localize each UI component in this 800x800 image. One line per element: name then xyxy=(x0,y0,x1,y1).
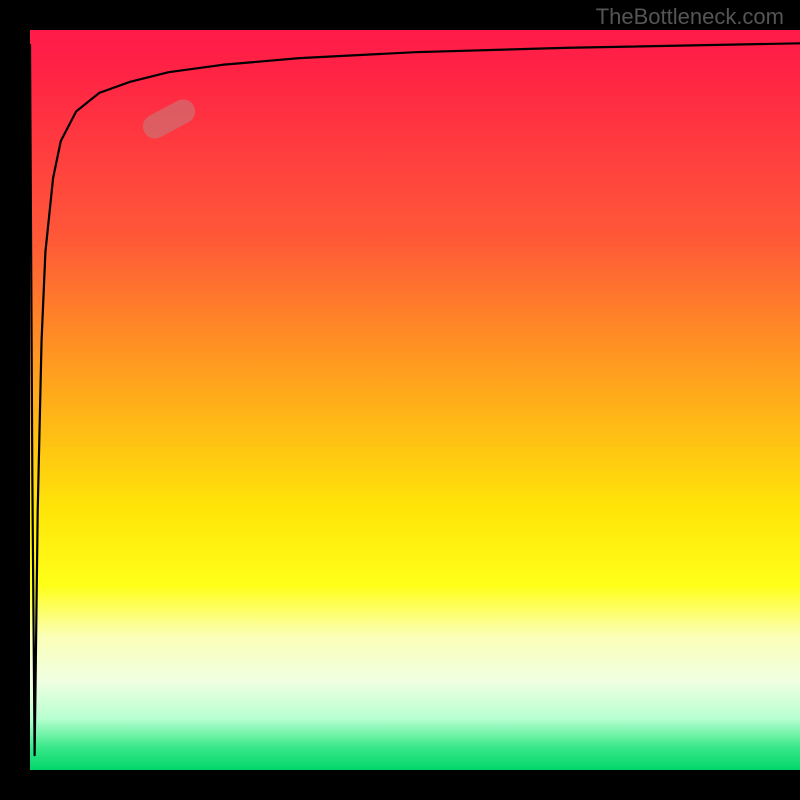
watermark-text: TheBottleneck.com xyxy=(596,4,784,30)
bottleneck-curve xyxy=(30,30,800,770)
chart-plot-area xyxy=(30,30,800,770)
